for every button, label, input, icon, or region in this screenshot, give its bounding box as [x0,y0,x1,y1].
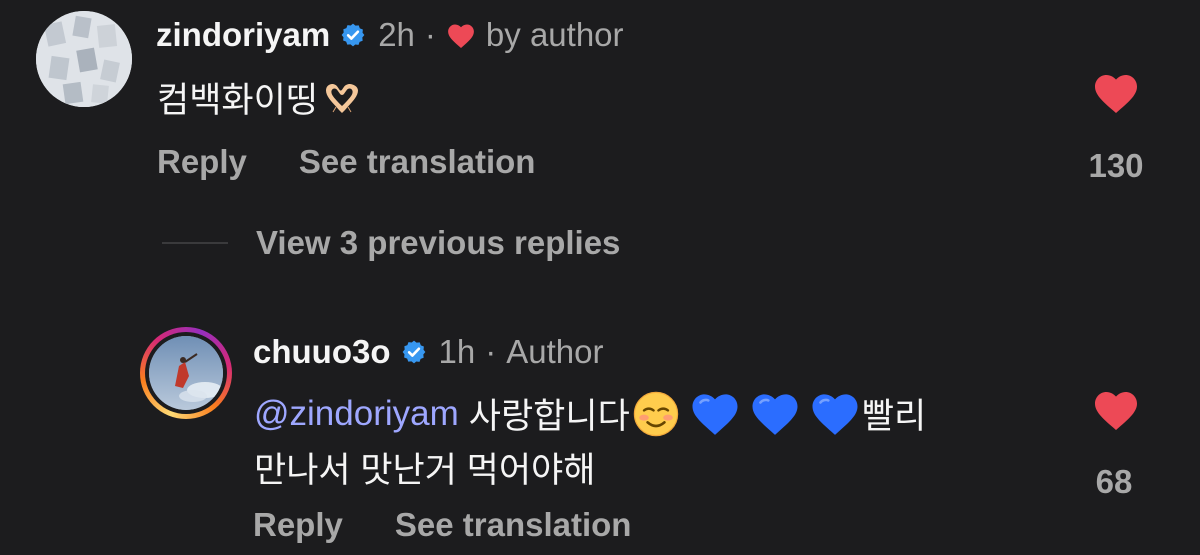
avatar[interactable] [36,11,132,107]
comment-header: chuuo3o 1h · Author [253,333,603,371]
blue-heart-icon [750,391,800,437]
comment-time: 2h [378,16,415,53]
liked-by-author-heart-icon [446,22,476,49]
mention-link[interactable]: @zindoriyam [254,394,459,434]
liked-by-author-label: by author [485,16,624,53]
username[interactable]: zindoriyam [156,16,330,54]
blue-heart-icon [810,391,860,437]
view-replies-label: View 3 previous replies [256,224,621,261]
like-count: 68 [1095,463,1133,500]
like-heart-icon[interactable] [1092,72,1140,119]
comment-actions: Reply See translation [253,506,631,544]
view-previous-replies-button[interactable]: View 3 previous replies [162,224,620,262]
verified-badge-icon [401,339,427,365]
like-heart-icon[interactable] [1092,389,1140,436]
comment-header: zindoriyam 2h · by author [156,16,624,54]
author-badge: Author [506,333,604,370]
comment-time: 1h [438,333,476,370]
avatar [149,336,223,410]
comment-body: 컴백화이띵 [157,72,364,123]
smiling-face-icon [632,390,680,438]
comment-text: 사랑합니다 [468,397,630,436]
see-translation-button[interactable]: See translation [299,143,536,181]
separator-dot: · [424,16,436,53]
comment-text-line2: 만나서 맛난거 먹어야해 [254,451,596,490]
comment-text: 빨리 [861,397,927,436]
heart-hands-icon [322,80,362,116]
verified-badge-icon [340,22,366,48]
see-translation-button[interactable]: See translation [395,506,632,544]
comment-actions: Reply See translation [157,143,535,181]
reply-button[interactable]: Reply [253,506,343,544]
separator-dot: · [485,333,497,370]
comment-text: 컴백화이띵 [157,81,319,120]
divider-line [162,242,228,244]
comment-body: @zindoriyam 사랑합니다 빨리 [254,388,926,439]
avatar-story-ring[interactable] [140,327,232,419]
reply-button[interactable]: Reply [157,143,247,181]
like-count: 130 [1088,147,1144,184]
username[interactable]: chuuo3o [253,333,391,371]
blue-heart-icon [690,391,740,437]
